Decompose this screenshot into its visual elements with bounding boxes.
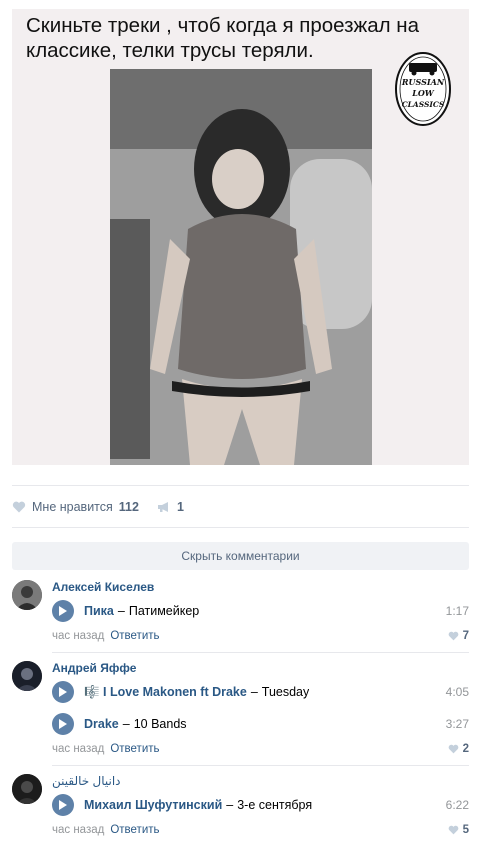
comment-meta: час назад Ответить — [52, 824, 160, 836]
svg-text:LOW: LOW — [411, 88, 435, 98]
comment-time[interactable]: час назад — [52, 824, 104, 836]
audio-track: Drake –10 Bands 3:27 — [52, 712, 469, 736]
track-duration: 4:05 — [445, 685, 469, 699]
comment-time[interactable]: час назад — [52, 743, 104, 755]
avatar[interactable] — [12, 661, 42, 691]
audio-track: Михаил Шуфутинский –3-е сентября 6:22 — [52, 793, 469, 817]
play-button[interactable] — [52, 794, 74, 816]
share-count: 1 — [176, 500, 184, 514]
play-button[interactable] — [52, 713, 74, 735]
track-title: 3-е сентября — [237, 798, 313, 812]
play-icon — [59, 687, 67, 697]
comment-meta: час назад Ответить — [52, 630, 160, 642]
post-photo — [110, 69, 372, 465]
comment-like-count: 5 — [462, 824, 469, 836]
like-label: Мне нравится — [32, 500, 113, 514]
play-icon — [59, 606, 67, 616]
track-dash: – — [226, 798, 234, 812]
track-duration: 3:27 — [445, 717, 469, 731]
svg-text:CLASSICS: CLASSICS — [402, 100, 445, 109]
comment-author[interactable]: Андрей Яффе — [52, 661, 136, 675]
comment-divider — [52, 652, 469, 653]
play-button[interactable] — [52, 681, 74, 703]
like-button[interactable]: Мне нравится 112 — [12, 500, 139, 514]
track-artist[interactable]: 🎼 I Love Makonen ft Drake — [84, 685, 247, 699]
reply-link[interactable]: Ответить — [110, 630, 159, 642]
svg-text:RUSSIAN: RUSSIAN — [401, 77, 445, 87]
track-dash: – — [122, 717, 130, 731]
comment-like-count: 2 — [462, 743, 469, 755]
track-title: Tuesday — [261, 684, 310, 699]
comment-like-count: 7 — [462, 630, 469, 642]
track-artist[interactable]: Пика — [84, 604, 114, 618]
track-artist[interactable]: Михаил Шуфутинский — [84, 798, 222, 812]
post-actions: Мне нравится 112 1 — [12, 498, 184, 516]
reply-link[interactable]: Ответить — [110, 824, 159, 836]
megaphone-icon — [157, 502, 168, 512]
hide-comments-button[interactable]: Скрыть комментарии — [12, 542, 469, 570]
track-title: Патимейкер — [128, 604, 200, 618]
heart-icon — [448, 631, 458, 641]
comment-author[interactable]: دانیال خالقینن — [52, 774, 121, 788]
comment-meta: час назад Ответить — [52, 743, 160, 755]
comment-divider — [52, 765, 469, 766]
audio-track: Пика – Патимейкер 1:17 — [52, 599, 469, 623]
heart-icon — [12, 501, 26, 513]
comment-author[interactable]: Алексей Киселев — [52, 580, 154, 594]
track-duration: 6:22 — [445, 798, 469, 812]
like-count: 112 — [118, 500, 139, 514]
avatar[interactable] — [12, 580, 42, 610]
comment: Алексей Киселев Пика – Патимейкер 1:17 час… — [12, 580, 469, 653]
track-duration: 1:17 — [445, 604, 469, 618]
comment-time[interactable]: час назад — [52, 630, 104, 642]
share-button[interactable]: 1 — [157, 500, 184, 514]
comment-like-button[interactable]: 5 — [448, 824, 469, 836]
comment: دانیال خالقینن Михаил Шуфутинский –3-е се… — [12, 774, 469, 844]
play-icon — [59, 719, 67, 729]
track-dash: – — [250, 684, 258, 699]
heart-icon — [448, 825, 458, 835]
post-image[interactable]: Скиньте треки , чтоб когда я проезжал на… — [12, 9, 469, 465]
comment-like-button[interactable]: 2 — [448, 743, 469, 755]
russian-low-classics-logo: RUSSIAN LOW CLASSICS — [394, 51, 452, 127]
comment-like-button[interactable]: 7 — [448, 630, 469, 642]
track-dash: – — [117, 604, 125, 618]
actions-divider — [12, 527, 469, 528]
comment: Андрей Яффе 🎼 I Love Makonen ft Drake – Tu… — [12, 661, 469, 766]
reply-link[interactable]: Ответить — [110, 743, 159, 755]
track-artist[interactable]: Drake — [84, 717, 119, 731]
audio-track: 🎼 I Love Makonen ft Drake – Tuesday 4:05 — [52, 680, 469, 704]
avatar[interactable] — [12, 774, 42, 804]
post-divider — [12, 485, 469, 486]
heart-icon — [448, 744, 458, 754]
play-button[interactable] — [52, 600, 74, 622]
track-title: 10 Bands — [133, 717, 187, 731]
play-icon — [59, 800, 67, 810]
